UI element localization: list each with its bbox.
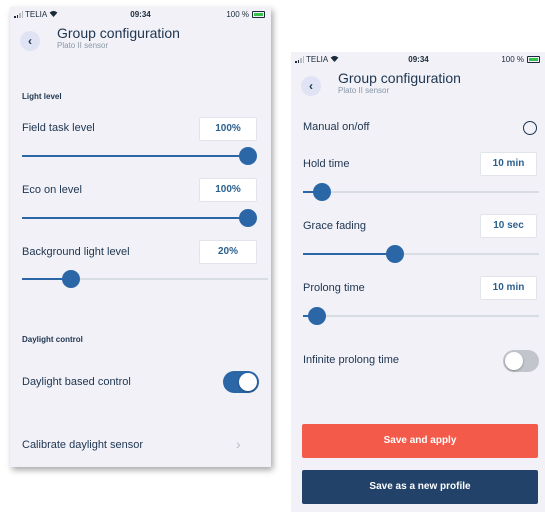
- infinite-prolong-time-label: Infinite prolong time: [303, 354, 399, 366]
- page-title: Group configuration: [57, 25, 180, 41]
- battery-icon: [527, 56, 540, 63]
- hold-time-value[interactable]: 10 min: [480, 152, 537, 176]
- eco-on-level-label: Eco on level: [22, 184, 82, 196]
- daylight-based-control-toggle[interactable]: [223, 371, 259, 393]
- slider-thumb[interactable]: [239, 147, 257, 165]
- status-bar: TELIA 09:34 100 %: [10, 7, 271, 21]
- battery-label: 100 %: [501, 55, 524, 64]
- daylight-based-control-label: Daylight based control: [22, 376, 131, 388]
- battery-label: 100 %: [226, 10, 249, 19]
- chevron-left-icon: ‹: [309, 79, 313, 93]
- background-light-level-value[interactable]: 20%: [199, 240, 257, 264]
- header: ‹ Group configuration Plato II sensor: [10, 21, 271, 55]
- chevron-left-icon: ‹: [28, 34, 32, 48]
- hold-time-slider[interactable]: [303, 183, 539, 201]
- slider-thumb[interactable]: [308, 307, 327, 325]
- infinite-prolong-time-toggle[interactable]: [503, 350, 539, 372]
- page-subtitle: Plato II sensor: [338, 86, 390, 95]
- section-heading-light-level: Light level: [22, 92, 62, 101]
- back-button[interactable]: ‹: [301, 76, 321, 96]
- battery-icon: [252, 11, 265, 18]
- grace-fading-value[interactable]: 10 sec: [480, 214, 537, 238]
- slider-thumb[interactable]: [386, 245, 405, 263]
- prolong-time-label: Prolong time: [303, 282, 365, 294]
- section-heading-daylight-control: Daylight control: [22, 335, 83, 344]
- field-task-level-label: Field task level: [22, 122, 95, 134]
- hold-time-label: Hold time: [303, 158, 350, 170]
- manual-on-off-radio[interactable]: [523, 121, 537, 135]
- manual-on-off-label: Manual on/off: [303, 121, 370, 133]
- phone-screen-left: TELIA 09:34 100 % ‹ Group configuration …: [10, 7, 271, 467]
- page-subtitle: Plato II sensor: [57, 41, 109, 50]
- chevron-right-icon[interactable]: ›: [236, 436, 241, 452]
- save-as-new-profile-button[interactable]: Save as a new profile: [302, 470, 538, 504]
- save-and-apply-button[interactable]: Save and apply: [302, 424, 538, 458]
- phone-screen-right: TELIA 09:34 100 % ‹ Group configuration …: [291, 52, 545, 512]
- calibrate-daylight-sensor-label[interactable]: Calibrate daylight sensor: [22, 439, 143, 451]
- field-task-level-slider[interactable]: [22, 147, 257, 165]
- slider-thumb[interactable]: [62, 270, 81, 288]
- background-light-level-label: Background light level: [22, 246, 130, 258]
- status-bar: TELIA 09:34 100 %: [291, 52, 545, 66]
- eco-on-level-slider[interactable]: [22, 209, 257, 227]
- eco-on-level-value[interactable]: 100%: [199, 178, 257, 202]
- grace-fading-label: Grace fading: [303, 220, 366, 232]
- prolong-time-value[interactable]: 10 min: [480, 276, 537, 300]
- prolong-time-slider[interactable]: [303, 307, 539, 325]
- background-light-level-slider[interactable]: [22, 270, 271, 288]
- back-button[interactable]: ‹: [20, 31, 40, 51]
- field-task-level-value[interactable]: 100%: [199, 117, 257, 141]
- slider-thumb[interactable]: [312, 183, 331, 201]
- grace-fading-slider[interactable]: [303, 245, 539, 263]
- page-title: Group configuration: [338, 70, 461, 86]
- slider-thumb[interactable]: [239, 209, 257, 227]
- header: ‹ Group configuration Plato II sensor: [291, 66, 545, 100]
